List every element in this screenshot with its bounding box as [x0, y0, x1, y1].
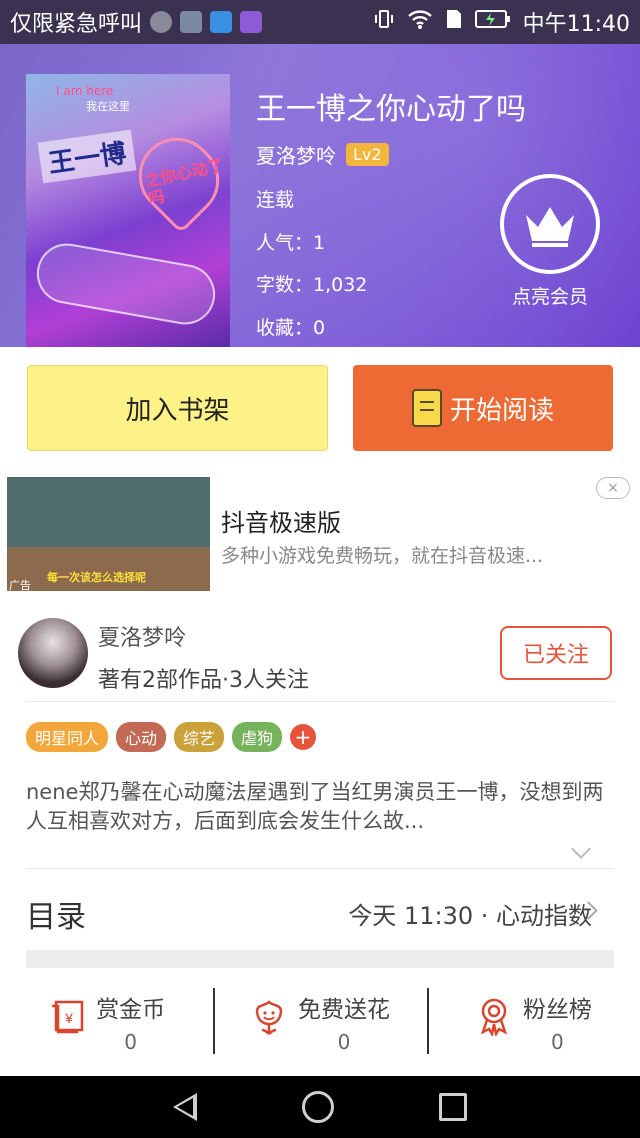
reward-coins-count: 0	[124, 1030, 138, 1054]
app-notification-icon	[150, 11, 173, 33]
toc-latest-update[interactable]: 今天 11:30 · 心动指数	[348, 896, 592, 931]
fan-ranking-button[interactable]: 粉丝榜 0	[426, 982, 640, 1076]
tag-item[interactable]: 明星同人	[26, 722, 109, 752]
author-avatar[interactable]	[18, 618, 88, 688]
home-icon[interactable]	[301, 1091, 334, 1123]
tag-list: 明星同人 心动 综艺 虐狗 +	[26, 722, 317, 752]
wifi-icon	[407, 8, 433, 36]
flower-icon	[255, 1000, 283, 1035]
keyboard-notification-icon	[240, 11, 263, 33]
serial-status: 连载	[256, 189, 295, 211]
level-badge: Lv2	[346, 143, 389, 166]
ad-image[interactable]: 每一次该怎么选择呢 广告	[7, 477, 210, 591]
toc-label[interactable]: 目录	[26, 892, 86, 936]
cover-subtitle-text: 之你心动了吗	[142, 155, 226, 209]
book-header: I am here 我在这里 王一博 之你心动了吗 王一博之你心动了吗 夏洛梦呤…	[0, 44, 640, 347]
reward-coins-button[interactable]: ¥ 赏金币 0	[0, 982, 213, 1076]
tag-item[interactable]: 虐狗	[232, 722, 283, 752]
start-reading-label: 开始阅读	[449, 395, 554, 426]
vibrate-icon	[373, 8, 395, 36]
cover-heart-shape	[123, 122, 230, 234]
send-flower-count: 0	[337, 1030, 351, 1054]
status-bar: 仅限紧急呼叫 中午11:40	[0, 0, 640, 44]
back-icon[interactable]	[172, 1093, 197, 1121]
clock: 中午11:40	[522, 12, 630, 37]
svg-text:¥: ¥	[64, 1010, 73, 1026]
add-tag-button[interactable]: +	[290, 724, 317, 750]
book-icon	[411, 389, 442, 427]
image-notification-icon	[180, 11, 203, 33]
crown-icon	[526, 207, 574, 247]
add-to-shelf-button[interactable]: 加入书架	[27, 365, 328, 451]
fan-ranking-count: 0	[550, 1030, 564, 1054]
book-details: 夏洛梦呤 著有2部作品·3人关注 已关注 明星同人 心动 综艺 虐狗 + nen…	[0, 606, 640, 1076]
medal-icon	[480, 998, 507, 1036]
cover-tag-subtext: 我在这里	[86, 100, 130, 113]
vip-label[interactable]: 点亮会员	[486, 282, 614, 309]
author-row[interactable]: 夏洛梦呤 Lv2	[256, 140, 389, 169]
action-bar: 加入书架 开始阅读	[0, 347, 640, 469]
start-reading-button[interactable]: 开始阅读	[353, 365, 613, 451]
follow-button[interactable]: 已关注	[500, 626, 612, 680]
author-card-stats: 著有2部作品·3人关注	[98, 668, 309, 693]
expand-chevron-icon[interactable]	[571, 839, 591, 859]
battery-icon	[474, 9, 511, 35]
tag-item[interactable]: 综艺	[174, 722, 225, 752]
book-summary[interactable]: nene郑乃馨在心动魔法屋遇到了当红男演员王一博，没想到两人互相喜欢对方，后面到…	[26, 778, 614, 836]
sim-icon	[445, 8, 463, 36]
ad-image-wall	[7, 477, 210, 547]
popularity: 人气：1	[256, 232, 326, 254]
cover-tag-text: I am here	[56, 84, 114, 98]
recent-apps-icon[interactable]	[439, 1093, 468, 1121]
author-card-name[interactable]: 夏洛梦呤	[98, 620, 186, 652]
cover-bottle-shape	[32, 238, 220, 330]
ad-banner[interactable]: 每一次该怎么选择呢 广告 抖音极速版 多种小游戏免费畅玩，就在抖音极速... ×	[0, 469, 640, 606]
fan-ranking-label: 粉丝榜	[522, 997, 592, 1023]
gallery-notification-icon	[210, 11, 233, 33]
send-flower-label: 免费送花	[297, 997, 390, 1023]
favorites-count: 收藏：0	[256, 317, 326, 339]
ad-image-caption: 每一次该怎么选择呢	[47, 571, 146, 584]
book-cover[interactable]: I am here 我在这里 王一博 之你心动了吗	[26, 74, 230, 347]
send-flower-button[interactable]: 免费送花 0	[213, 982, 426, 1076]
vip-crown-button[interactable]	[500, 174, 600, 274]
ad-title[interactable]: 抖音极速版	[221, 503, 341, 538]
carrier-text: 仅限紧急呼叫	[10, 12, 143, 37]
word-count: 字数：1,032	[256, 274, 368, 296]
bottom-stats-bar: ¥ 赏金币 0 免费送花 0 粉丝榜 0	[0, 982, 640, 1076]
system-nav-bar	[0, 1076, 640, 1138]
book-title: 王一博之你心动了吗	[256, 92, 526, 127]
divider	[26, 701, 614, 702]
coin-envelope-icon: ¥	[52, 1000, 84, 1034]
section-separator	[26, 950, 614, 968]
ad-label: 广告	[9, 579, 31, 591]
tag-item[interactable]: 心动	[116, 722, 167, 752]
ad-close-button[interactable]: ×	[596, 477, 630, 499]
cover-title-text: 王一博	[37, 129, 137, 184]
divider	[26, 868, 614, 869]
author-name[interactable]: 夏洛梦呤	[256, 140, 336, 169]
ad-description[interactable]: 多种小游戏免费畅玩，就在抖音极速...	[221, 541, 601, 568]
reward-coins-label: 赏金币	[96, 997, 166, 1023]
